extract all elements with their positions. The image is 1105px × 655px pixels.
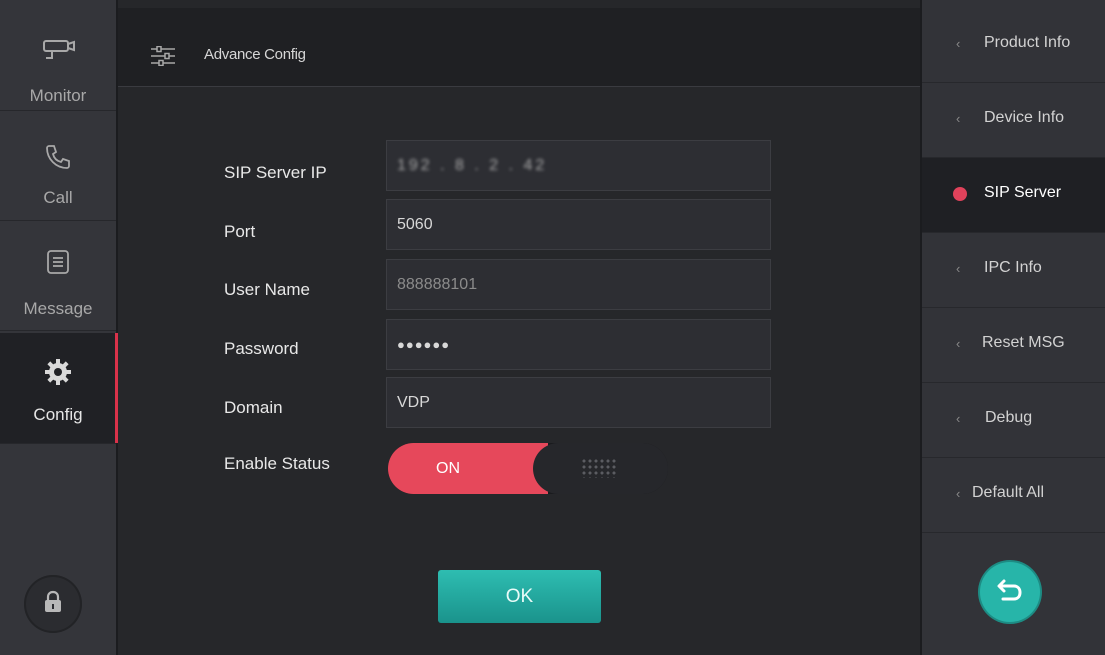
main-sidebar: Monitor Call Message Config	[0, 0, 118, 655]
menu-item-label: Reset MSG	[982, 334, 1065, 351]
domain-label: Domain	[224, 398, 283, 417]
password-label: Password	[224, 339, 299, 358]
menu-item-label: IPC Info	[984, 259, 1042, 276]
domain-value: VDP	[397, 393, 430, 411]
page-header: Advance Config	[118, 8, 920, 87]
user-name-value: 888888101	[397, 275, 478, 293]
sip-server-ip-value: 192 . 8 . 2 . 42	[397, 156, 548, 174]
sidebar-item-message[interactable]: Message	[0, 220, 116, 331]
menu-item-label: SIP Server	[984, 184, 1062, 201]
sidebar-item-label: Config	[33, 405, 83, 424]
menu-item-sip-server[interactable]: SIP Server	[922, 158, 1105, 233]
active-indicator-icon	[953, 187, 967, 201]
port-value: 5060	[397, 215, 433, 233]
sidebar-item-call[interactable]: Call	[0, 110, 116, 221]
sidebar-item-label: Call	[43, 188, 73, 207]
ok-button[interactable]: OK	[438, 570, 601, 623]
chevron-left-icon: ‹	[956, 111, 961, 126]
device-screen: Monitor Call Message Config Advance Conf…	[0, 0, 1105, 655]
back-icon	[995, 577, 1025, 608]
toggle-knob[interactable]	[533, 443, 668, 494]
menu-item-ipc-info[interactable]: ‹ IPC Info	[922, 233, 1105, 308]
menu-item-product-info[interactable]: ‹ Product Info	[922, 8, 1105, 83]
port-field[interactable]: 5060	[386, 199, 771, 250]
sidebar-item-label: Message	[23, 299, 93, 318]
menu-item-debug[interactable]: ‹ Debug	[922, 383, 1105, 458]
menu-item-label: Debug	[985, 409, 1033, 426]
sip-server-form: SIP Server IP 192 . 8 . 2 . 42 Port 5060…	[118, 88, 920, 655]
menu-item-device-info[interactable]: ‹ Device Info	[922, 83, 1105, 158]
lock-button[interactable]	[24, 575, 82, 633]
message-icon	[0, 248, 116, 288]
sip-server-ip-label: SIP Server IP	[224, 163, 327, 182]
camera-icon	[0, 36, 116, 76]
sip-server-ip-field[interactable]: 192 . 8 . 2 . 42	[386, 140, 771, 191]
sliders-icon	[151, 45, 175, 71]
user-name-label: User Name	[224, 280, 310, 299]
lock-area	[0, 553, 116, 655]
back-area	[922, 545, 1105, 655]
page-title: Advance Config	[204, 46, 306, 63]
toggle-on-label: ON	[388, 443, 548, 494]
chevron-left-icon: ‹	[956, 486, 961, 501]
menu-item-label: Device Info	[984, 109, 1065, 126]
user-name-field[interactable]: 888888101	[386, 259, 771, 310]
sidebar-item-monitor[interactable]: Monitor	[0, 0, 116, 111]
menu-item-label: Default All	[972, 484, 1045, 501]
phone-icon	[0, 142, 116, 182]
back-button[interactable]	[980, 562, 1040, 622]
lock-icon	[42, 590, 64, 619]
chevron-left-icon: ‹	[956, 36, 961, 51]
domain-field[interactable]: VDP	[386, 377, 771, 428]
gear-icon	[0, 357, 116, 397]
sidebar-item-label: Monitor	[29, 86, 87, 105]
menu-item-reset-msg[interactable]: ‹ Reset MSG	[922, 308, 1105, 383]
password-value: ●●●●●●	[397, 337, 451, 352]
menu-item-default-all[interactable]: ‹ Default All	[922, 458, 1105, 533]
chevron-left-icon: ‹	[956, 411, 961, 426]
port-label: Port	[224, 222, 256, 241]
grip-icon	[581, 458, 617, 478]
settings-menu: ‹ Product Info ‹ Device Info SIP Server …	[920, 0, 1105, 655]
sidebar-item-config[interactable]: Config	[0, 333, 118, 444]
enable-status-toggle[interactable]: ON	[388, 443, 668, 494]
chevron-left-icon: ‹	[956, 261, 961, 276]
chevron-left-icon: ‹	[956, 336, 961, 351]
menu-item-label: Product Info	[984, 34, 1071, 51]
password-field[interactable]: ●●●●●●	[386, 319, 771, 370]
enable-status-label: Enable Status	[224, 454, 330, 473]
